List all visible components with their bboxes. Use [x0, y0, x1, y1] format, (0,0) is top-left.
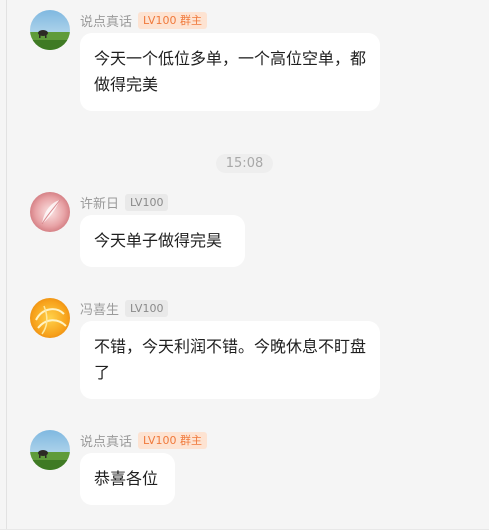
message-meta: 冯喜生 LV100	[80, 298, 169, 318]
sender-name[interactable]: 说点真话	[80, 11, 132, 30]
avatar[interactable]	[30, 298, 70, 338]
level-owner-badge: LV100 群主	[138, 431, 207, 449]
landscape-avatar-icon	[30, 430, 70, 470]
level-badge: LV100	[125, 193, 169, 211]
message-meta: 说点真话 LV100 群主	[80, 430, 207, 450]
sender-name[interactable]: 许新日	[80, 193, 119, 212]
sender-name[interactable]: 说点真话	[80, 431, 132, 450]
message-bubble[interactable]: 不错，今天利润不错。今晚休息不盯盘了	[80, 321, 380, 399]
landscape-avatar-icon	[30, 10, 70, 50]
avatar[interactable]	[30, 192, 70, 232]
level-owner-badge: LV100 群主	[138, 11, 207, 29]
avatar[interactable]	[30, 430, 70, 470]
timestamp: 15:08	[215, 154, 274, 173]
message-bubble[interactable]: 今天单子做得完昊	[80, 215, 245, 267]
timestamp-divider: 15:08	[0, 152, 489, 173]
sender-name[interactable]: 冯喜生	[80, 299, 119, 318]
level-badge: LV100	[125, 299, 169, 317]
message-bubble[interactable]: 恭喜各位	[80, 453, 175, 505]
panel-divider	[6, 0, 7, 530]
avatar[interactable]	[30, 10, 70, 50]
message-bubble[interactable]: 今天一个低位多单，一个高位空单，都做得完美	[80, 33, 380, 111]
message-meta: 许新日 LV100	[80, 192, 169, 212]
orange-abstract-avatar-icon	[30, 298, 70, 338]
message-meta: 说点真话 LV100 群主	[80, 10, 207, 30]
pink-feather-avatar-icon	[30, 192, 70, 232]
